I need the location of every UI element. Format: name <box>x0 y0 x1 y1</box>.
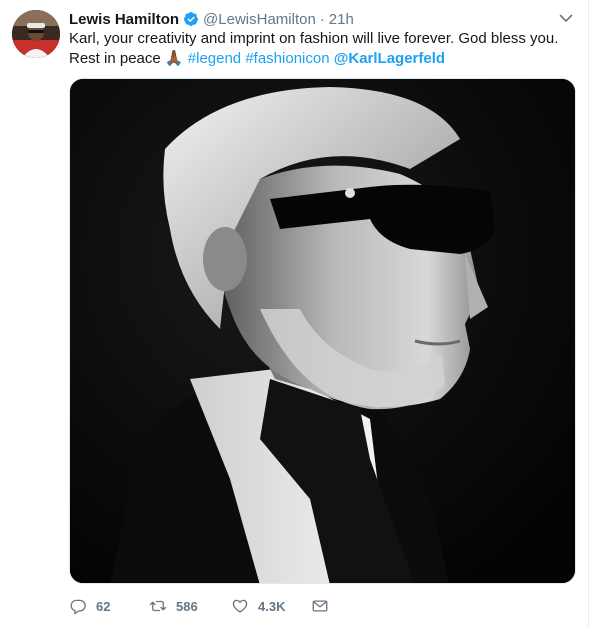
reply-count: 62 <box>96 598 111 614</box>
tweet-photo[interactable] <box>69 78 576 584</box>
reply-icon <box>70 599 86 615</box>
reply-button[interactable]: 62 <box>69 597 149 615</box>
hashtag-legend[interactable]: #legend <box>188 50 241 67</box>
verified-badge-icon <box>184 12 199 26</box>
like-button[interactable]: 4.3K <box>231 597 311 615</box>
praying-hands-emoji: 🙏🏾 <box>164 50 184 67</box>
direct-message-button[interactable] <box>311 597 329 615</box>
tweet-text: Karl, your creativity and imprint on fas… <box>69 29 574 69</box>
retweet-button[interactable]: 586 <box>149 597 231 615</box>
avatar[interactable] <box>12 10 60 58</box>
hashtag-fashionicon[interactable]: #fashionicon <box>245 50 329 67</box>
chevron-down-icon[interactable] <box>558 10 574 26</box>
retweet-icon <box>149 600 167 612</box>
heart-icon <box>232 599 248 613</box>
envelope-icon <box>312 600 328 612</box>
separator-dot: · <box>319 10 325 28</box>
author-handle[interactable]: @LewisHamilton <box>203 11 316 28</box>
tweet-card[interactable]: Lewis Hamilton @LewisHamilton · 21h Karl… <box>0 0 589 628</box>
mention-karllagerfeld[interactable]: @KarlLagerfeld <box>334 50 445 67</box>
tweet-actions: 62 586 4.3K <box>69 596 329 616</box>
like-count: 4.3K <box>258 598 286 614</box>
retweet-count: 586 <box>176 598 198 614</box>
author-name[interactable]: Lewis Hamilton <box>69 11 179 28</box>
timestamp[interactable]: 21h <box>329 11 354 28</box>
tweet-header: Lewis Hamilton @LewisHamilton · 21h <box>69 9 354 29</box>
